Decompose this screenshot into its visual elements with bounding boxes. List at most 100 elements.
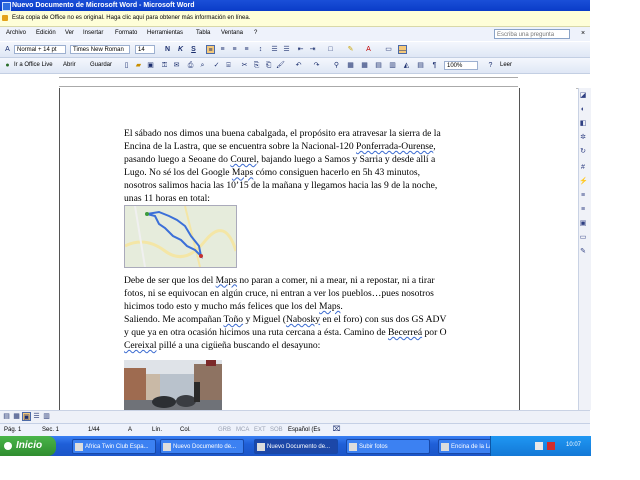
task-pane-icon-11[interactable]: ▭: [579, 234, 587, 242]
italic-button[interactable]: K: [176, 45, 185, 54]
font-color-icon[interactable]: A: [364, 45, 373, 54]
menu-herramientas[interactable]: Herramientas: [147, 30, 183, 36]
menu-archivo[interactable]: Archivo: [6, 30, 26, 36]
new-document-icon[interactable]: ▯: [122, 61, 131, 70]
align-right-icon[interactable]: ≡: [230, 45, 239, 54]
drawing-icon[interactable]: ◭: [402, 61, 411, 70]
columns-icon[interactable]: ▥: [388, 61, 397, 70]
office-live-icon[interactable]: ●: [3, 61, 12, 70]
show-hide-icon[interactable]: ¶: [430, 61, 439, 70]
read-button[interactable]: Leer: [500, 62, 512, 68]
title-bar[interactable]: Nuevo Documento de Microsoft Word - Micr…: [0, 0, 590, 11]
windows-logo-icon: [4, 442, 12, 450]
tables-borders-icon[interactable]: ▦: [346, 61, 355, 70]
task-pane-icon-5[interactable]: ↻: [579, 148, 587, 156]
menu-insertar[interactable]: Insertar: [83, 30, 103, 36]
bullets-icon[interactable]: ☰: [282, 45, 291, 54]
pencil-icon[interactable]: ✎: [579, 248, 587, 256]
task-pane-icon-10[interactable]: ▣: [579, 220, 587, 228]
task-word-doc-1[interactable]: Nuevo Documento de...: [160, 439, 244, 454]
clock[interactable]: 10:07: [566, 442, 581, 448]
border-icon[interactable]: □: [326, 45, 335, 54]
reading-view-icon[interactable]: ▥: [42, 412, 51, 421]
save-disk-icon[interactable]: ▣: [146, 61, 155, 70]
open-folder-icon[interactable]: ▰: [134, 61, 143, 70]
task-subir-fotos[interactable]: Subir fotos: [346, 439, 430, 454]
justify-icon[interactable]: ≡: [242, 45, 251, 54]
status-language[interactable]: Español (Es: [288, 427, 320, 433]
insert-table-icon[interactable]: ▦: [360, 61, 369, 70]
office-live-button[interactable]: Ir a Office Live: [14, 62, 53, 68]
help-question-input[interactable]: Escriba una pregunta: [494, 29, 570, 39]
task-pane-icon-1[interactable]: ◪: [579, 92, 587, 100]
document-close-button[interactable]: ×: [581, 30, 585, 37]
line-spacing-icon[interactable]: ↕: [256, 45, 265, 54]
zoom-combo[interactable]: 100%: [444, 61, 478, 70]
help-icon[interactable]: ?: [486, 61, 495, 70]
bold-button[interactable]: N: [163, 45, 172, 54]
menu-ventana[interactable]: Ventana: [221, 30, 243, 36]
normal-view-icon[interactable]: ▤: [2, 412, 11, 421]
document-map-icon[interactable]: ▤: [416, 61, 425, 70]
style-combo[interactable]: Normal + 14 pt: [14, 45, 66, 54]
format-painter-icon[interactable]: 🖌: [276, 61, 285, 70]
redo-icon[interactable]: ↷: [312, 61, 321, 70]
menu-ver[interactable]: Ver: [65, 30, 74, 36]
task-pane-icon-9[interactable]: ≡: [579, 206, 587, 214]
email-icon[interactable]: ✉: [172, 61, 181, 70]
task-pane-icon-6[interactable]: #: [579, 164, 587, 172]
line-style-icon[interactable]: —: [398, 45, 407, 54]
status-mca[interactable]: MCA: [236, 427, 249, 433]
permission-icon[interactable]: ⚿: [160, 61, 169, 70]
status-sob[interactable]: SOB: [270, 427, 283, 433]
outline-view-icon[interactable]: ☰: [32, 412, 41, 421]
print-layout-icon[interactable]: ▣: [22, 412, 31, 421]
horizontal-scrollbar-row[interactable]: ▤ ▦ ▣ ☰ ▥: [0, 410, 590, 424]
insert-excel-icon[interactable]: ▤: [374, 61, 383, 70]
undo-icon[interactable]: ↶: [294, 61, 303, 70]
hyperlink-icon[interactable]: ⚲: [332, 61, 341, 70]
numbering-icon[interactable]: ☰: [270, 45, 279, 54]
office-notice-bar[interactable]: Esta copia de Office no es original. Hag…: [0, 11, 590, 27]
table-border-icon[interactable]: ▭: [384, 45, 393, 54]
research-icon[interactable]: ⌸: [224, 61, 233, 70]
menu-formato[interactable]: Formato: [115, 30, 137, 36]
task-pane-icon-3[interactable]: ◧: [579, 120, 587, 128]
print-icon[interactable]: ⎙: [186, 61, 195, 70]
notice-text[interactable]: Esta copia de Office no es original. Hag…: [12, 15, 250, 21]
task-word-doc-2[interactable]: Nuevo Documento de...: [254, 439, 338, 454]
cut-icon[interactable]: ✂: [240, 61, 249, 70]
menu-tabla[interactable]: Tabla: [196, 30, 210, 36]
web-view-icon[interactable]: ▦: [12, 412, 21, 421]
decrease-indent-icon[interactable]: ⇤: [296, 45, 305, 54]
underline-button[interactable]: S: [189, 45, 198, 54]
task-pane-icon-8[interactable]: ≡: [579, 192, 587, 200]
task-africa-twin[interactable]: Africa Twin Club Espa...: [72, 439, 156, 454]
spelling-icon[interactable]: ✓: [212, 61, 221, 70]
increase-indent-icon[interactable]: ⇥: [308, 45, 317, 54]
tray-app-icon[interactable]: [547, 442, 555, 450]
open-button[interactable]: Abrir: [63, 62, 76, 68]
styles-pane-icon[interactable]: A: [3, 45, 12, 54]
route-map-image[interactable]: [124, 205, 237, 268]
start-button[interactable]: Inicio: [0, 436, 56, 456]
highlight-icon[interactable]: ✎: [346, 45, 355, 54]
align-left-icon[interactable]: ≡: [206, 45, 215, 54]
task-pane-icon-7[interactable]: ⚡: [579, 178, 588, 186]
menu-help[interactable]: ?: [254, 30, 257, 36]
print-preview-icon[interactable]: ⌕: [198, 61, 207, 70]
paste-icon[interactable]: ⎗: [264, 61, 273, 70]
status-ext[interactable]: EXT: [254, 427, 266, 433]
status-grb[interactable]: GRB: [218, 427, 231, 433]
copy-icon[interactable]: ⎘: [252, 61, 261, 70]
font-size-combo[interactable]: 14: [135, 45, 155, 54]
menu-edicion[interactable]: Edición: [36, 30, 56, 36]
font-combo[interactable]: Times New Roman: [70, 45, 130, 54]
stork-photo[interactable]: [124, 360, 222, 412]
network-icon[interactable]: [535, 442, 543, 450]
spelling-status-icon[interactable]: ⌧: [332, 425, 341, 434]
task-pane-icon-2[interactable]: ◐: [579, 106, 587, 114]
align-center-icon[interactable]: ≡: [218, 45, 227, 54]
task-pane-icon-4[interactable]: ✲: [579, 134, 587, 142]
save-button[interactable]: Guardar: [90, 62, 112, 68]
